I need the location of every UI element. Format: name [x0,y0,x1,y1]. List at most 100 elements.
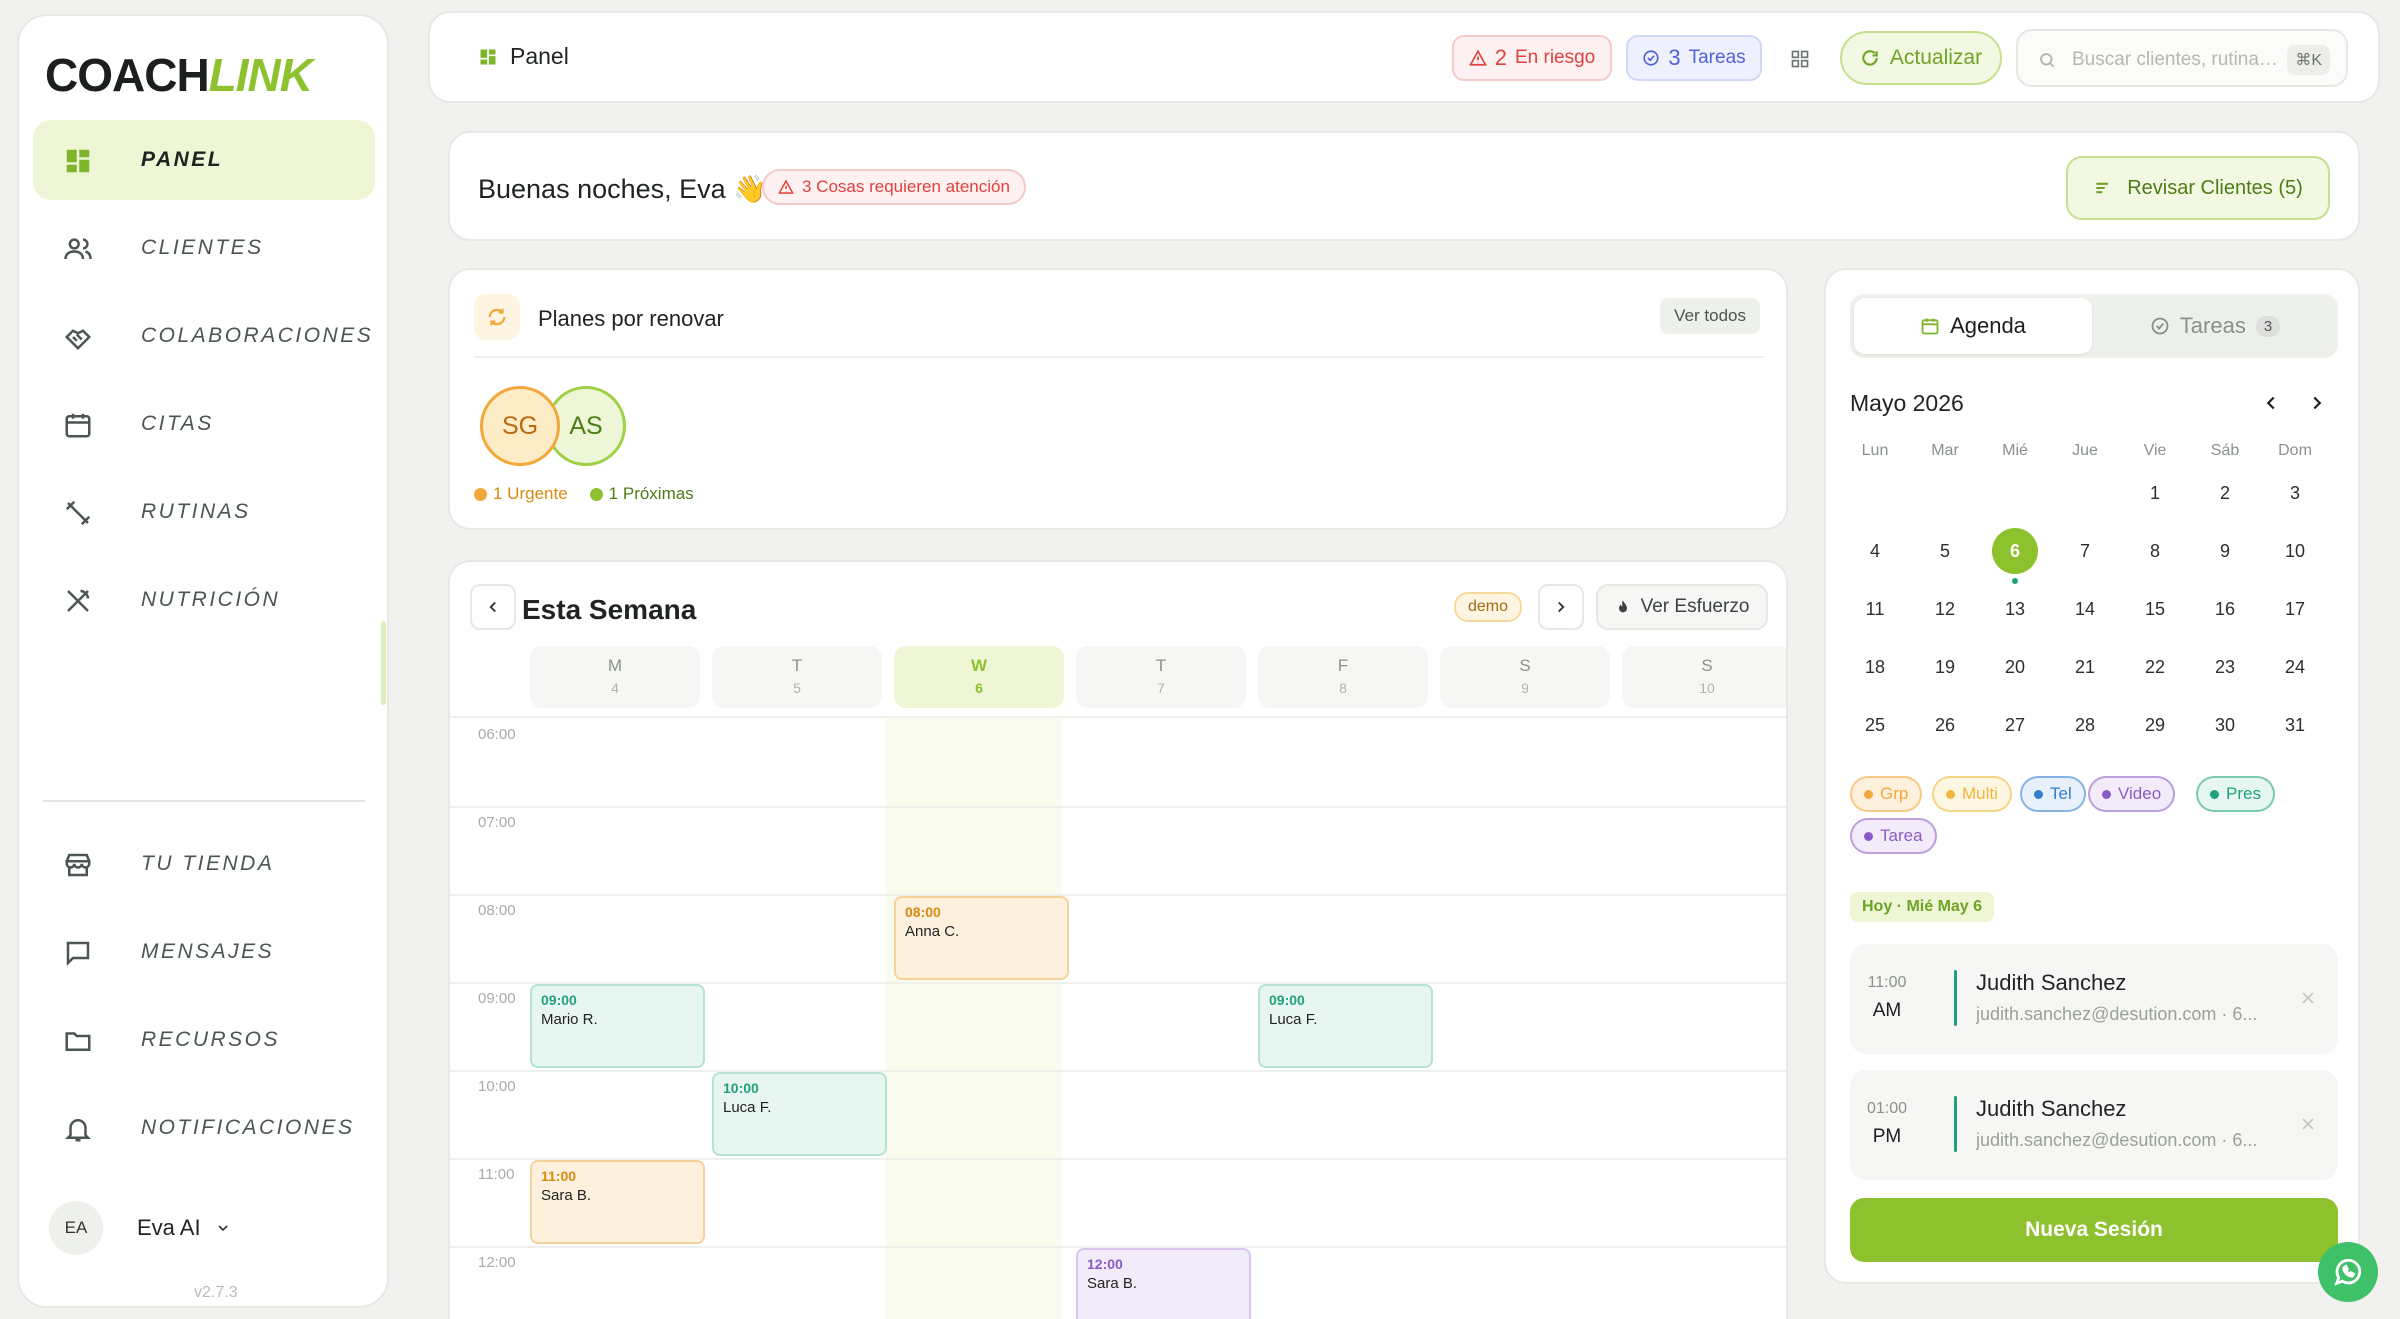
session-card[interactable]: 11:00 AM Judith Sanchez judith.sanchez@d… [1850,944,2338,1054]
calendar-day[interactable]: 14 [2062,586,2108,632]
calendar-day[interactable]: 23 [2202,644,2248,690]
calendar-day[interactable]: 26 [1922,702,1968,748]
event-time: 09:00 [541,992,577,1008]
new-session-button[interactable]: Nueva Sesión [1850,1198,2338,1262]
filter-chip[interactable]: Multi [1932,776,2012,812]
filter-chip[interactable]: Pres [2196,776,2275,812]
at-risk-badge[interactable]: 2 En riesgo [1452,35,1612,81]
flame-icon [1618,600,1627,613]
prev-week-button[interactable] [470,584,516,630]
users-icon [64,238,92,260]
sidebar-item-rutinas[interactable]: RUTINAS [33,472,375,552]
filter-chip-label: Multi [1962,784,1998,803]
whatsapp-button[interactable] [2318,1242,2378,1302]
hour-label: 08:00 [478,902,516,919]
view-all-button[interactable]: Ver todos [1660,298,1760,334]
refresh-button[interactable]: Actualizar [1840,31,2002,85]
day-header[interactable]: S 10 [1622,646,1786,708]
calendar-day[interactable]: 22 [2132,644,2178,690]
day-header[interactable]: S9 [1440,646,1610,708]
calendar-event[interactable]: 09:00 Luca F. [1258,984,1433,1068]
sidebar-item-nutricion[interactable]: NUTRICIÓN [33,560,375,640]
calendar-day[interactable]: 4 [1852,528,1898,574]
calendar-day[interactable]: 29 [2132,702,2178,748]
calendar-day[interactable]: 18 [1852,644,1898,690]
calendar-event[interactable]: 11:00 Sara B. [530,1160,705,1244]
calendar-day[interactable]: 20 [1992,644,2038,690]
calendar-day[interactable]: 28 [2062,702,2108,748]
session-card[interactable]: 01:00 PM Judith Sanchez judith.sanchez@d… [1850,1070,2338,1180]
close-icon[interactable] [2298,1114,2318,1134]
filter-chip[interactable]: Tarea [1850,818,1937,854]
view-effort-button[interactable]: Ver Esfuerzo [1596,584,1768,630]
calendar-day[interactable]: 17 [2272,586,2318,632]
calendar-day[interactable]: 1 [2132,470,2178,516]
session-ampm: PM [1872,1126,1902,1147]
calendar-day[interactable]: 21 [2062,644,2108,690]
calendar-event[interactable]: 10:00 Luca F. [712,1072,887,1156]
chevron-right-icon[interactable] [2306,392,2328,414]
calendar-day[interactable]: 3 [2272,470,2318,516]
day-letter: M [607,656,623,675]
calendar-event[interactable]: 09:00 Mario R. [530,984,705,1068]
grid-icon[interactable] [1790,49,1810,69]
sidebar-item-panel[interactable]: PANEL [33,120,375,200]
calendar-day[interactable]: 27 [1992,702,2038,748]
event-client: Luca F. [723,1099,772,1116]
day-header[interactable]: F8 [1258,646,1428,708]
client-avatar-sg[interactable]: SG [480,386,560,466]
sidebar-item-notificaciones[interactable]: NOTIFICACIONES [33,1088,375,1168]
day-header[interactable]: T7 [1076,646,1246,708]
search-input[interactable]: Buscar clientes, rutinas... ⌘K [2016,29,2348,87]
calendar-day[interactable]: 25 [1852,702,1898,748]
calendar-day[interactable]: 31 [2272,702,2318,748]
tab-agenda[interactable]: Agenda [1854,298,2092,354]
tab-tareas[interactable]: Tareas 3 [2096,298,2334,354]
sidebar-item-mensajes[interactable]: MENSAJES [33,912,375,992]
day-header[interactable]: W6 [894,646,1064,708]
user-menu[interactable]: EA Eva AI [49,1201,231,1255]
day-header[interactable]: M4 [530,646,700,708]
review-clients-label: Revisar Clientes (5) [2127,176,2303,199]
calendar-day[interactable]: 12 [1922,586,1968,632]
calendar-day[interactable]: 9 [2202,528,2248,574]
review-clients-button[interactable]: Revisar Clientes (5) [2066,156,2330,220]
calendar-day[interactable]: 2 [2202,470,2248,516]
attention-badge[interactable]: 3 Cosas requieren atención [762,169,1026,205]
sidebar-item-tu-tienda[interactable]: TU TIENDA [33,824,375,904]
filter-chip[interactable]: Grp [1850,776,1923,812]
event-time: 08:00 [905,904,941,920]
calendar-day[interactable]: 11 [1852,586,1898,632]
calendar-day[interactable]: 7 [2062,528,2108,574]
calendar-day[interactable]: 5 [1922,528,1968,574]
next-week-button[interactable] [1538,584,1584,630]
tasks-badge[interactable]: 3 Tareas [1626,35,1762,81]
close-icon[interactable] [2298,988,2318,1008]
chevron-left-icon[interactable] [2260,392,2282,414]
calendar-event[interactable]: 08:00 Anna C. [894,896,1069,980]
calendar-day[interactable]: 15 [2132,586,2178,632]
calendar-day[interactable]: 24 [2272,644,2318,690]
filter-chip[interactable]: Tel [2020,776,2086,812]
folder-icon [65,1032,91,1051]
calendar-day[interactable]: 30 [2202,702,2248,748]
plans-legend: 1 Urgente 1 Próximas [474,484,694,504]
calendar-day[interactable]: 13 [1992,586,2038,632]
sidebar-item-colaboraciones[interactable]: COLABORACIONES [33,296,375,376]
calendar-day[interactable]: 10 [2272,528,2318,574]
calendar-event[interactable]: 12:00 Sara B. [1076,1248,1251,1319]
day-header[interactable]: T5 [712,646,882,708]
filter-chip[interactable]: Video [2088,776,2176,812]
sidebar-scrollbar[interactable] [381,621,386,705]
calendar-day[interactable]: 6 [1992,528,2038,574]
app-logo[interactable]: COACHLINK [45,48,313,102]
sidebar-item-recursos[interactable]: RECURSOS [33,1000,375,1080]
sidebar-item-label: CLIENTES [141,236,264,259]
calendar-day[interactable]: 19 [1922,644,1968,690]
calendar-month: Mayo 2026 [1850,390,1964,416]
hour-label: 07:00 [478,814,516,831]
sidebar-item-clientes[interactable]: CLIENTES [33,208,375,288]
calendar-day[interactable]: 16 [2202,586,2248,632]
sidebar-item-citas[interactable]: CITAS [33,384,375,464]
calendar-day[interactable]: 8 [2132,528,2178,574]
